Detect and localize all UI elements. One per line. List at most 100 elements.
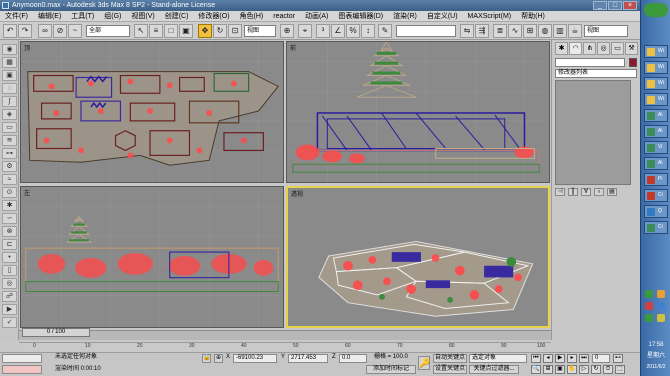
configure-sets-icon[interactable]: ▤ xyxy=(607,188,617,196)
modifier-stack[interactable] xyxy=(555,80,631,185)
y-coordinate-field[interactable]: 2717.453 xyxy=(288,354,328,363)
object-color-swatch[interactable] xyxy=(629,58,637,67)
set-key-button[interactable]: 设置关键点 xyxy=(433,365,467,374)
time-slider[interactable]: 0 / 100 xyxy=(22,328,90,337)
taskbar-item[interactable]: Vi xyxy=(644,141,668,154)
fov-icon[interactable]: ▷ xyxy=(579,365,589,374)
taskbar-item[interactable]: Ci xyxy=(644,189,668,202)
select-rotate-icon[interactable]: ↻ xyxy=(213,24,227,38)
ime-icon[interactable] xyxy=(657,302,665,310)
viewport-left[interactable]: 左 xyxy=(20,186,284,328)
undo-icon[interactable]: ↶ xyxy=(3,24,17,38)
viewport-top[interactable]: 顶 xyxy=(20,41,284,183)
preview-icon[interactable]: ▶ xyxy=(2,304,17,315)
percent-snap-icon[interactable]: % xyxy=(346,24,360,38)
window-crossing-icon[interactable]: ▣ xyxy=(179,24,193,38)
edit-named-selection-icon[interactable]: ✎ xyxy=(378,24,392,38)
ref-coord-dropdown[interactable]: 视图 xyxy=(244,25,276,37)
clock-time[interactable]: 17:58 xyxy=(643,341,669,349)
taskbar-item[interactable]: Ai xyxy=(644,109,668,122)
key-filters-button[interactable]: 关键点过滤器... xyxy=(469,365,519,374)
material-editor-icon[interactable]: ◍ xyxy=(538,24,552,38)
absolute-mode-icon[interactable]: ⊕ xyxy=(214,354,223,363)
prev-frame-icon[interactable]: ◂ xyxy=(543,354,553,363)
menu-animation[interactable]: 动画(A) xyxy=(300,11,333,22)
rect-selection-icon[interactable]: □ xyxy=(164,24,178,38)
ragdoll-icon[interactable]: ☍ xyxy=(2,291,17,302)
menu-views[interactable]: 视图(V) xyxy=(126,11,159,22)
zoom-icon[interactable]: 🔍 xyxy=(531,365,541,374)
taskbar-item[interactable]: Pi xyxy=(644,173,668,186)
point-point-icon[interactable]: • xyxy=(2,252,17,263)
menu-tools[interactable]: 工具(T) xyxy=(66,11,99,22)
taskbar-item[interactable]: Wi xyxy=(644,45,668,58)
auto-key-button[interactable]: 自动关键点 xyxy=(433,354,467,363)
render-type-dropdown[interactable]: 视图 xyxy=(584,25,628,37)
display-tab-icon[interactable]: ▭ xyxy=(611,42,624,55)
curve-editor-icon[interactable]: ∿ xyxy=(508,24,522,38)
menu-help[interactable]: 帮助(H) xyxy=(516,11,550,22)
update-icon[interactable] xyxy=(657,314,665,322)
security-icon[interactable] xyxy=(645,302,653,310)
maximize-button[interactable]: □ xyxy=(608,1,622,10)
select-manipulate-icon[interactable]: ⌖ xyxy=(298,24,312,38)
zoom-extents-icon[interactable]: ▣ xyxy=(555,365,565,374)
motion-tab-icon[interactable]: ◎ xyxy=(597,42,610,55)
mirror-icon[interactable]: ⇋ xyxy=(460,24,474,38)
key-mode-dropdown[interactable]: 选定对象 xyxy=(469,354,527,363)
create-tab-icon[interactable]: ✱ xyxy=(555,42,568,55)
menu-graph-editors[interactable]: 图表编辑器(D) xyxy=(333,11,388,22)
taskbar-item[interactable]: Ci xyxy=(644,221,668,234)
menu-create[interactable]: 创建(C) xyxy=(160,11,194,22)
prismatic-icon[interactable]: ▯ xyxy=(2,265,17,276)
select-object-icon[interactable]: ↖ xyxy=(134,24,148,38)
menu-reactor[interactable]: reactor xyxy=(268,11,300,22)
select-move-icon[interactable]: ✥ xyxy=(198,24,212,38)
current-frame-field[interactable]: 0 xyxy=(592,354,610,363)
arc-rotate-icon[interactable]: ↻ xyxy=(591,365,601,374)
car-wheel-icon[interactable]: ◎ xyxy=(2,278,17,289)
z-coordinate-field[interactable]: 0.0 xyxy=(339,354,367,363)
wind-icon[interactable]: ≈ xyxy=(2,174,17,185)
utilities-tab-icon[interactable]: ⚒ xyxy=(625,42,638,55)
taskbar-item[interactable]: Q xyxy=(644,205,668,218)
plane-icon[interactable]: ▭ xyxy=(2,122,17,133)
taskbar-item[interactable]: Wi xyxy=(644,93,668,106)
viewport-front[interactable]: 前 xyxy=(286,41,550,183)
time-config-icon[interactable]: ⏱ xyxy=(603,365,613,374)
analyze-icon[interactable]: ✓ xyxy=(2,317,17,328)
zoom-all-icon[interactable]: ⊞ xyxy=(543,365,553,374)
motor-icon[interactable]: ⚙ xyxy=(2,161,17,172)
water-icon[interactable]: ∽ xyxy=(2,213,17,224)
named-selection-dropdown[interactable] xyxy=(396,25,456,37)
layer-manager-icon[interactable]: ≣ xyxy=(493,24,507,38)
pin-stack-icon[interactable]: ⊣ xyxy=(555,188,565,196)
key-icon[interactable]: 🔑 xyxy=(418,356,430,370)
viewport-perspective[interactable]: 透视 xyxy=(286,186,550,328)
taskbar-item[interactable]: Ai xyxy=(644,125,668,138)
goto-end-icon[interactable]: ⏭ xyxy=(579,354,589,363)
hinge-icon[interactable]: ⊏ xyxy=(2,239,17,250)
next-frame-icon[interactable]: ▸ xyxy=(567,354,577,363)
spring-icon[interactable]: ≋ xyxy=(2,135,17,146)
select-by-name-icon[interactable]: ≡ xyxy=(149,24,163,38)
object-name-field[interactable] xyxy=(555,58,625,67)
volume-icon[interactable] xyxy=(657,290,665,298)
angle-snap-icon[interactable]: ∠ xyxy=(331,24,345,38)
toy-car-icon[interactable]: ⊙ xyxy=(2,187,17,198)
hierarchy-tab-icon[interactable]: ⋔ xyxy=(583,42,596,55)
taskbar-item[interactable]: Wi xyxy=(644,77,668,90)
dashpot-icon[interactable]: ⊶ xyxy=(2,148,17,159)
menu-rendering[interactable]: 渲染(R) xyxy=(388,11,422,22)
cloth-icon[interactable]: ▦ xyxy=(2,57,17,68)
constraint-solver-icon[interactable]: ⊗ xyxy=(2,226,17,237)
menu-file[interactable]: 文件(F) xyxy=(0,11,33,22)
menu-customize[interactable]: 自定义(U) xyxy=(422,11,463,22)
spinner-snap-icon[interactable]: ↕ xyxy=(361,24,375,38)
add-time-tag-button[interactable]: 添加时间标记 xyxy=(366,365,416,374)
deform-mesh-icon[interactable]: ◈ xyxy=(2,109,17,120)
modifier-list-dropdown[interactable]: 修改器列表 xyxy=(555,69,637,78)
menu-group[interactable]: 组(G) xyxy=(99,11,126,22)
rigid-body-icon[interactable]: ▣ xyxy=(2,70,17,81)
track-bar[interactable]: 0 10 20 30 40 50 60 70 80 90 100 xyxy=(19,342,551,352)
